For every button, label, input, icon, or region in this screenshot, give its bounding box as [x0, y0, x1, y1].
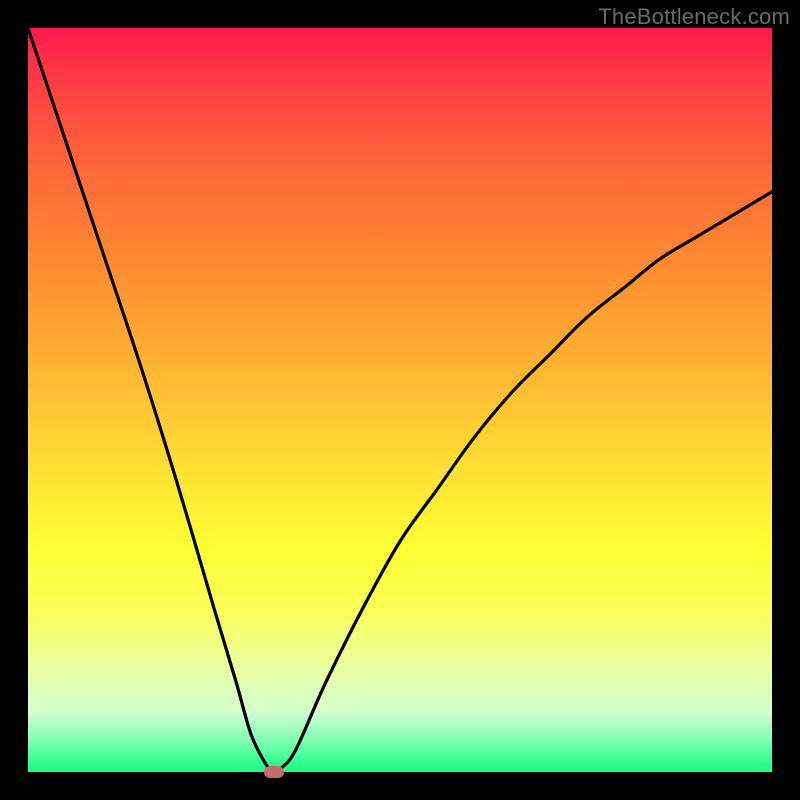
plot-area [28, 28, 772, 772]
bottleneck-curve-path [28, 28, 772, 772]
chart-container: TheBottleneck.com [0, 0, 800, 800]
watermark-text: TheBottleneck.com [598, 4, 790, 30]
optimum-marker [264, 766, 284, 778]
curve-svg [28, 28, 772, 772]
